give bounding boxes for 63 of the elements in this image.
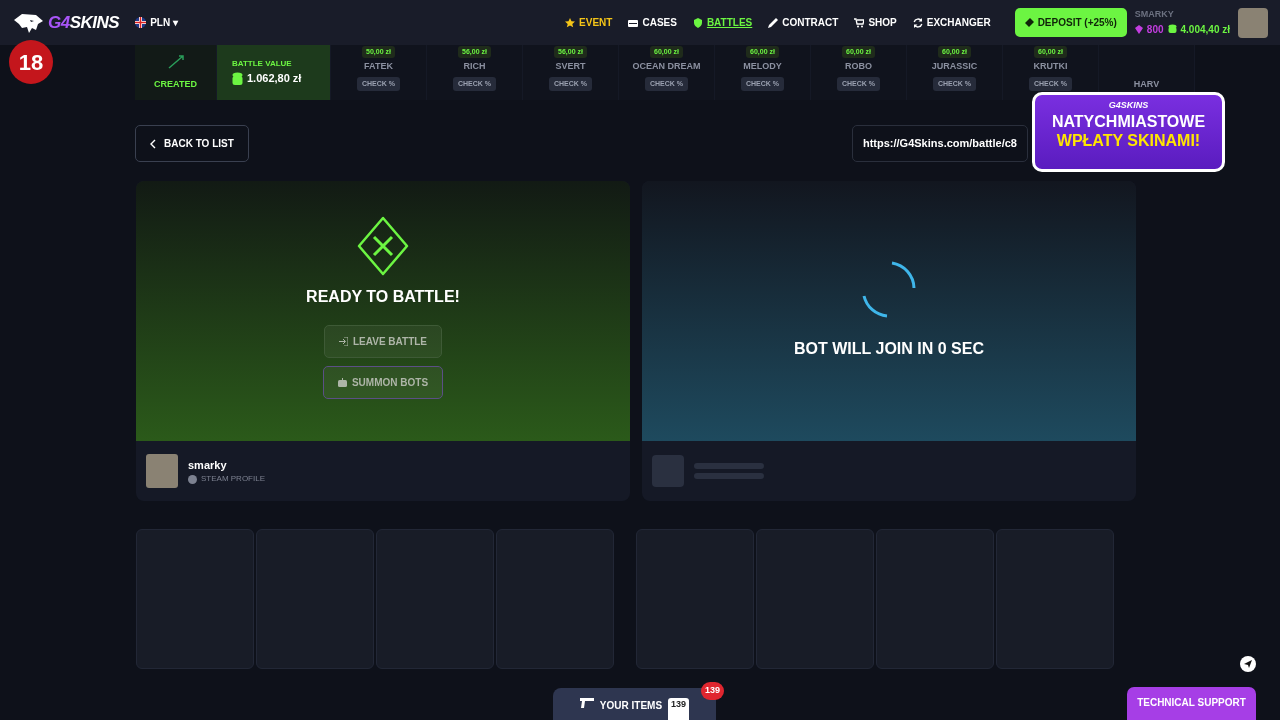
nav-link[interactable]: CONTRACT [768, 15, 839, 30]
chest-icon [628, 17, 639, 28]
wallet-icon [1024, 18, 1034, 27]
chevron-left-icon [150, 138, 156, 149]
back-button[interactable]: BACK TO LIST [135, 125, 249, 162]
promo-banner[interactable]: G4SKINS NATYCHMIASTOWE WPŁATY SKINAMI! [1032, 92, 1225, 172]
nav-link[interactable]: SHOP [854, 15, 897, 30]
case-name: JURASSIC [931, 60, 978, 73]
star-icon [565, 17, 576, 28]
steam-profile-link[interactable]: STEAM PROFILE [188, 473, 265, 486]
cart-icon [854, 17, 865, 28]
leave-battle-button[interactable]: LEAVE BATTLE [323, 325, 443, 358]
logo-text: G4SKINS [48, 11, 120, 34]
deposit-button[interactable]: DEPOSIT (+25%) [1014, 8, 1127, 37]
exit-icon [338, 337, 348, 346]
case-name: MELODY [743, 60, 782, 73]
nav-link[interactable]: EVENT [565, 15, 613, 30]
coins-icon [232, 72, 243, 85]
player-name: smarky [188, 457, 228, 473]
gem-count: 800 [1146, 22, 1164, 37]
bot-join-countdown: BOT WILL JOIN IN 0 SEC [794, 339, 984, 359]
case-name: ROBO [845, 60, 872, 73]
send-icon[interactable] [1240, 656, 1256, 672]
nav-link[interactable]: BATTLES [692, 15, 753, 30]
name-placeholder [694, 473, 764, 479]
flag-icon [135, 17, 147, 28]
summon-bots-button[interactable]: SUMMON BOTS [322, 366, 444, 399]
battle-value: 1.062,80 zł [247, 71, 302, 87]
nav-link[interactable]: EXCHANGER [912, 15, 991, 30]
currency-selector[interactable]: PLN ▾ [135, 15, 178, 30]
age-rating-badge: 18 [9, 40, 53, 84]
status-text: CREATED [154, 77, 197, 91]
panther-head-icon [12, 11, 44, 34]
crossed-swords-icon [356, 215, 410, 277]
case-name: FATEK [364, 60, 393, 73]
shield-icon [692, 17, 703, 28]
notification-badge: 139 [701, 682, 725, 700]
item-count: 139 [668, 698, 690, 720]
username: SMARKY [1134, 8, 1175, 22]
name-placeholder [694, 463, 764, 469]
case-name: KRUTKI [1033, 60, 1068, 73]
coins-icon [1167, 24, 1177, 35]
gem-icon [1134, 24, 1143, 34]
case-name: SVERT [555, 60, 586, 73]
battle-value-label: BATTLE VALUE [232, 58, 292, 71]
banner-headline: WPŁATY SKINAMI! [1056, 133, 1201, 149]
battle-status-title: READY TO BATTLE! [306, 287, 460, 307]
case-name: HARV [1133, 77, 1160, 91]
avatar-placeholder [652, 455, 684, 487]
pen-icon [768, 17, 779, 28]
technical-support-button[interactable]: TECHNICAL SUPPORT [1127, 687, 1256, 720]
steam-icon [188, 474, 197, 484]
refresh-icon [912, 17, 923, 28]
case-name: OCEAN DREAM [632, 60, 701, 73]
case-name: RICH [463, 60, 486, 73]
robot-icon [337, 378, 347, 387]
gun-icon [579, 698, 594, 708]
battle-link-field[interactable]: https://G4Skins.com/battle/c8 [851, 125, 1028, 162]
avatar-photo[interactable] [1238, 7, 1268, 38]
banner-brand-text: G4SKINS [1108, 100, 1149, 110]
nav-link[interactable]: CASES [628, 15, 677, 30]
balance: 4.004,40 zł [1180, 22, 1230, 37]
banner-headline: NATYCHMIASTOWE [1051, 114, 1206, 130]
